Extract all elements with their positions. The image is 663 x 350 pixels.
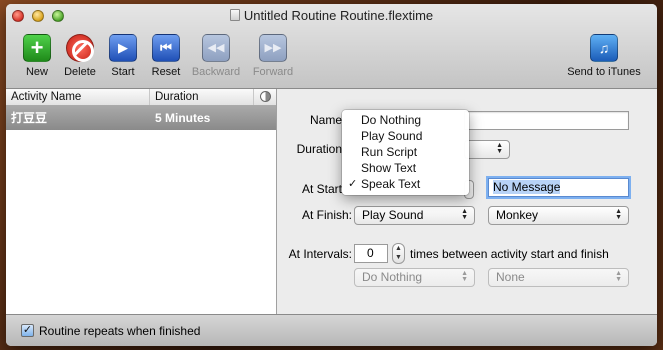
start-label: Start	[111, 66, 135, 78]
table-header: Activity Name Duration	[6, 89, 276, 106]
name-field[interactable]	[464, 111, 629, 130]
intervals-description: times between activity start and finish	[410, 247, 609, 261]
backward-label: Backward	[191, 66, 241, 78]
checkmark-icon: ✓	[348, 178, 358, 190]
menu-item-label: Speak Text	[361, 177, 421, 191]
repeat-checkbox[interactable]: ✓	[21, 324, 34, 337]
intervals-stepper[interactable]: ▲ ▼	[392, 243, 405, 264]
repeat-label[interactable]: Routine repeats when finished	[39, 324, 200, 338]
popup-arrows-icon: ▲ ▼	[615, 270, 622, 283]
new-label: New	[25, 66, 48, 78]
column-options-button[interactable]	[254, 89, 276, 105]
at-finish-label: At Finish:	[301, 208, 352, 222]
intervals-action-popup[interactable]: Do Nothing ▲ ▼	[354, 268, 475, 287]
table-row[interactable]: 打豆豆 5 Minutes	[6, 106, 276, 130]
bottom-bar: ✓ Routine repeats when finished	[6, 314, 657, 346]
intervals-option-value: None	[496, 270, 525, 284]
popup-arrows-icon: ▲ ▼	[496, 142, 503, 155]
menu-item-label: Run Script	[361, 145, 418, 159]
at-finish-action-value: Play Sound	[362, 208, 424, 222]
no-entry-icon	[66, 34, 94, 62]
clock-icon	[259, 91, 271, 102]
forward-button[interactable]: ▶▶ Forward	[242, 34, 304, 78]
toolbar: + New Delete ▶ Start ⏮ Reset ◀◀ Backward…	[6, 34, 657, 86]
at-intervals-label: At Intervals:	[288, 247, 352, 261]
action-popup-menu: Do Nothing Play Sound Run Script Show Te…	[342, 110, 469, 195]
at-finish-action-popup[interactable]: Play Sound ▲ ▼	[354, 206, 475, 225]
column-header-duration[interactable]: Duration	[150, 89, 254, 105]
at-start-message-text: No Message	[493, 180, 561, 194]
play-icon: ▶	[109, 34, 137, 62]
menu-item-run-script[interactable]: Run Script	[342, 144, 469, 160]
send-to-itunes-button[interactable]: ♫ Send to iTunes	[561, 34, 647, 78]
popup-arrows-icon: ▲ ▼	[615, 208, 622, 221]
plus-icon: +	[23, 34, 51, 62]
forward-label: Forward	[252, 66, 294, 78]
music-note-icon: ♫	[590, 34, 618, 62]
rewind-icon: ◀◀	[202, 34, 230, 62]
menu-item-play-sound[interactable]: Play Sound	[342, 128, 469, 144]
duration-unit-popup[interactable]: ▲ ▼	[464, 140, 510, 159]
window-title: Untitled Routine Routine.flextime	[6, 8, 657, 23]
fast-forward-icon: ▶▶	[259, 34, 287, 62]
at-start-label: At Start	[301, 182, 342, 196]
menu-item-speak-text[interactable]: ✓ Speak Text	[342, 176, 469, 192]
send-to-itunes-label: Send to iTunes	[567, 66, 641, 78]
intervals-action-value: Do Nothing	[362, 270, 423, 284]
activity-name-cell: 打豆豆	[11, 111, 48, 125]
duration-label: Duration	[296, 142, 342, 156]
duration-cell: 5 Minutes	[155, 111, 211, 125]
column-header-activity-name[interactable]: Activity Name	[6, 89, 150, 105]
backward-button[interactable]: ◀◀ Backward	[185, 34, 247, 78]
popup-arrows-icon: ▲ ▼	[461, 208, 468, 221]
document-icon	[229, 9, 240, 21]
name-label: Name	[309, 113, 342, 127]
skip-back-icon: ⏮	[152, 34, 180, 62]
menu-item-show-text[interactable]: Show Text	[342, 160, 469, 176]
intervals-count-field[interactable]: 0	[354, 244, 388, 263]
menu-item-label: Play Sound	[361, 129, 423, 143]
menu-item-label: Do Nothing	[361, 113, 422, 127]
popup-arrows-icon: ▲ ▼	[461, 270, 468, 283]
app-window: Untitled Routine Routine.flextime + New …	[6, 4, 657, 346]
menu-item-label: Show Text	[361, 161, 417, 175]
checkmark-icon: ✓	[22, 324, 33, 336]
at-finish-sound-value: Monkey	[496, 208, 539, 222]
activity-table: Activity Name Duration 打豆豆 5 Minutes	[6, 89, 277, 314]
at-finish-sound-popup[interactable]: Monkey ▲ ▼	[488, 206, 629, 225]
titlebar-toolbar: Untitled Routine Routine.flextime + New …	[6, 4, 657, 89]
menu-item-do-nothing[interactable]: Do Nothing	[342, 112, 469, 128]
reset-label: Reset	[151, 66, 181, 78]
window-title-text: Untitled Routine Routine.flextime	[243, 8, 434, 23]
at-start-message-field[interactable]: No Message	[488, 178, 629, 197]
intervals-option-popup[interactable]: None ▲ ▼	[488, 268, 629, 287]
